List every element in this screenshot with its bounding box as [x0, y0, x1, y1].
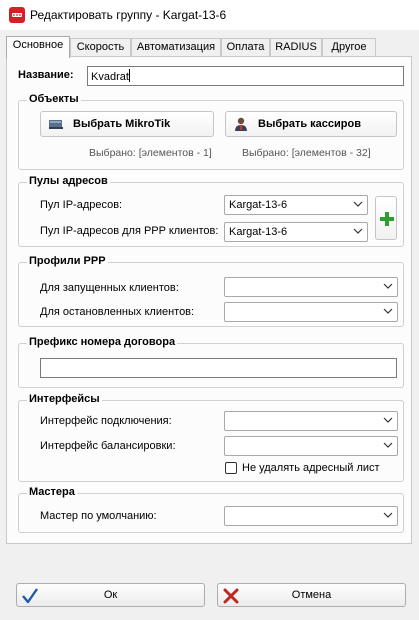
tab-speed[interactable]: Скорость — [70, 38, 131, 56]
ppp-pool-select[interactable]: Kargat-13-6 — [224, 222, 368, 242]
chevron-down-icon — [353, 201, 363, 207]
select-mikrotik-button[interactable]: Выбрать MikroTik — [40, 111, 214, 137]
chevron-down-icon — [383, 442, 393, 448]
ok-label: Ок — [103, 589, 118, 601]
tab-label: Автоматизация — [136, 41, 216, 53]
default-wizard-label: Мастер по умолчанию: — [40, 510, 157, 522]
router-icon — [47, 116, 65, 132]
tab-main[interactable]: Основное — [6, 36, 70, 58]
chevron-down-icon — [383, 283, 393, 289]
pools-title: Пулы адресов — [27, 175, 110, 187]
tab-label: Оплата — [226, 41, 265, 53]
ppp-pool-label: Пул IP-адресов для PPP клиентов: — [40, 225, 219, 237]
running-clients-label: Для запущенных клиентов: — [40, 282, 179, 294]
stopped-clients-label: Для остановленных клиентов: — [40, 306, 195, 318]
ppp-pool-value: Kargat-13-6 — [229, 226, 288, 238]
user-icon — [232, 116, 250, 132]
ppp-title: Профили PPP — [27, 255, 108, 267]
keep-address-list-checkbox[interactable] — [225, 462, 237, 474]
connect-interface-select[interactable] — [224, 411, 398, 431]
balance-interface-select[interactable] — [224, 436, 398, 456]
select-mikrotik-label: Выбрать MikroTik — [73, 118, 171, 130]
tab-automation[interactable]: Автоматизация — [131, 38, 221, 56]
name-label: Название: — [18, 69, 74, 81]
tab-radius[interactable]: RADIUS — [270, 38, 322, 56]
default-wizard-select[interactable] — [224, 506, 398, 526]
ip-pool-value: Kargat-13-6 — [229, 199, 288, 211]
tab-label: Скорость — [76, 41, 125, 53]
tab-label: Основное — [12, 39, 64, 51]
chevron-down-icon — [383, 512, 393, 518]
mikrotik-selected-count: Выбрано: [элементов - 1] — [89, 147, 212, 159]
select-cashiers-button[interactable]: Выбрать кассиров — [225, 111, 397, 137]
prefix-title: Префикс номера договора — [27, 336, 178, 348]
keep-address-list-label: Не удалять адресный лист — [242, 462, 380, 474]
running-clients-select[interactable] — [224, 277, 398, 297]
cancel-label: Отмена — [291, 589, 332, 601]
ip-pool-label: Пул IP-адресов: — [40, 199, 123, 211]
cashiers-selected-count: Выбрано: [элементов - 32] — [242, 147, 371, 159]
tab-label: Другое — [331, 41, 367, 53]
select-cashiers-label: Выбрать кассиров — [258, 118, 361, 130]
ip-pool-select[interactable]: Kargat-13-6 — [224, 195, 368, 215]
chevron-down-icon — [383, 417, 393, 423]
stopped-clients-select[interactable] — [224, 302, 398, 322]
objects-title: Объекты — [27, 93, 81, 105]
interfaces-title: Интерфейсы — [27, 393, 102, 405]
title-bar: Редактировать группу - Kargat-13-6 — [0, 0, 419, 30]
tab-label: RADIUS — [275, 41, 317, 53]
tab-other[interactable]: Другое — [322, 38, 376, 56]
connect-interface-label: Интерфейс подключения: — [40, 415, 172, 427]
add-pool-button[interactable] — [375, 196, 397, 240]
window-title: Редактировать группу - Kargat-13-6 — [30, 8, 227, 22]
ok-button[interactable]: Ок — [16, 583, 205, 607]
app-logo-icon — [9, 7, 25, 23]
plus-icon — [380, 212, 394, 226]
chevron-down-icon — [383, 308, 393, 314]
name-value: Kvadrat — [91, 71, 129, 83]
cancel-button[interactable]: Отмена — [217, 583, 406, 607]
chevron-down-icon — [353, 228, 363, 234]
contract-prefix-input[interactable] — [40, 358, 397, 378]
tab-payment[interactable]: Оплата — [221, 38, 270, 56]
wizards-title: Мастера — [27, 486, 77, 498]
balance-interface-label: Интерфейс балансировки: — [40, 440, 176, 452]
name-input[interactable]: Kvadrat — [87, 66, 404, 86]
